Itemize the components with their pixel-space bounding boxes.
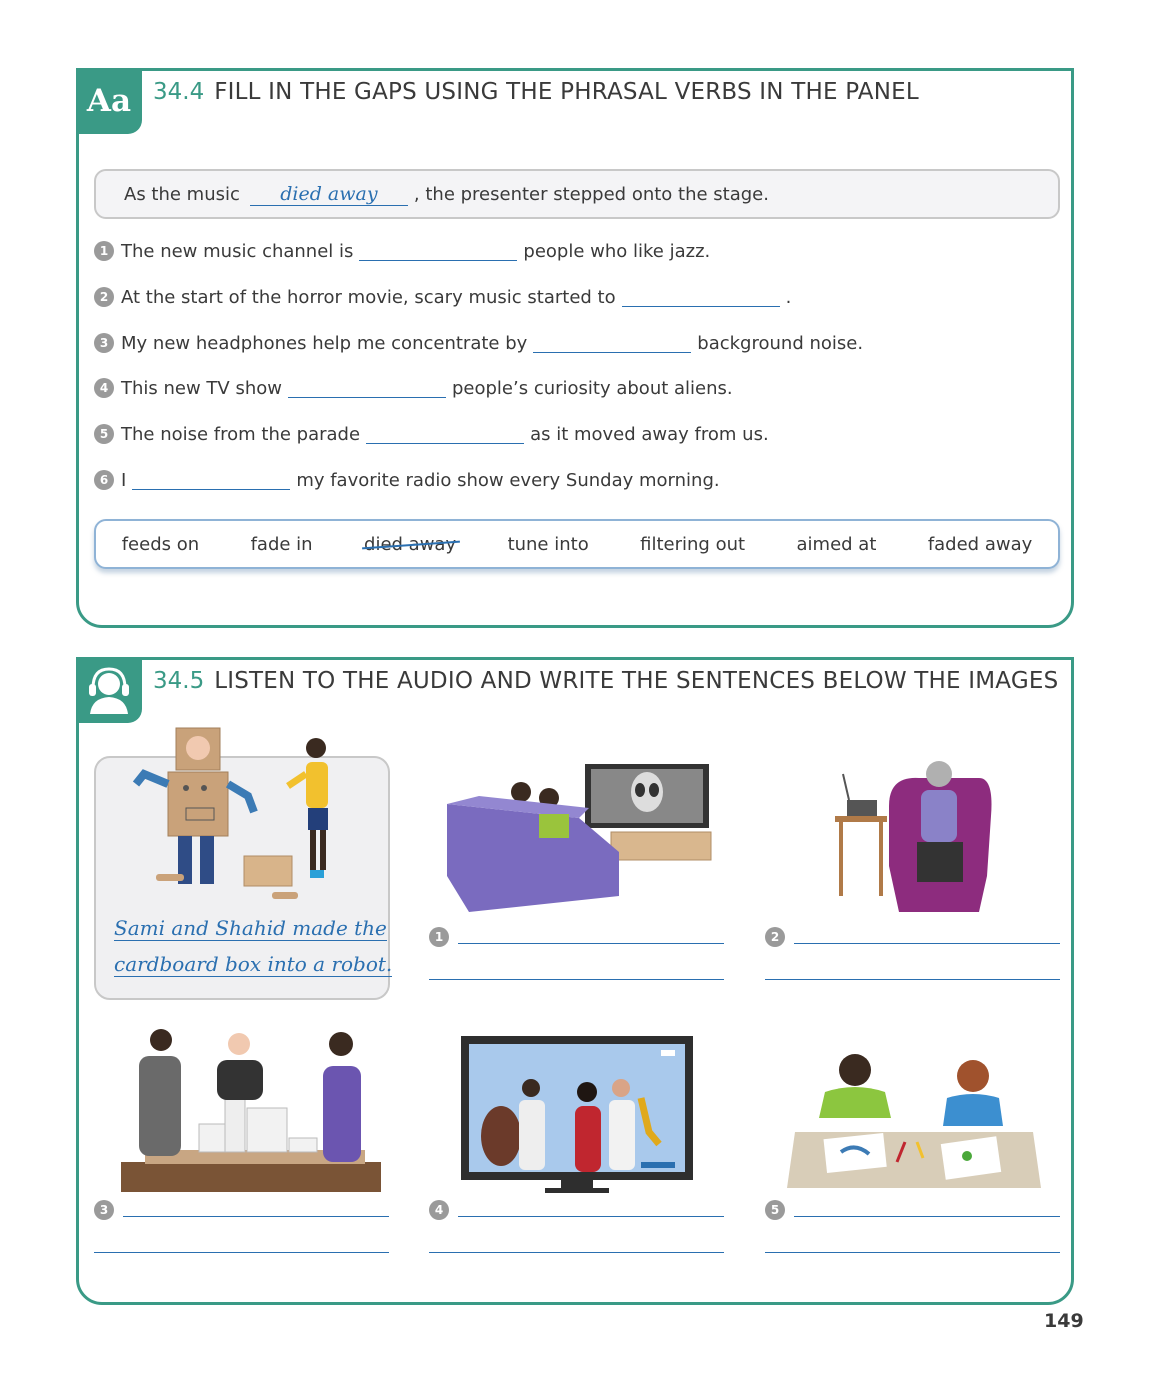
sentence-before: The noise from the parade: [121, 423, 361, 445]
exercise-heading: 34.5 LISTEN TO THE AUDIO AND WRITE THE SE…: [153, 668, 1058, 694]
children-drawing-illustration: [787, 1054, 1041, 1188]
answer-line[interactable]: [458, 943, 724, 944]
answer-line[interactable]: [123, 1216, 389, 1217]
sentence-after: my favorite radio show every Sunday morn…: [296, 469, 720, 491]
sentence-after: as it moved away from us.: [530, 423, 769, 445]
sentence-after: background noise.: [697, 332, 864, 354]
robot-costume-illustration: [132, 727, 328, 899]
sentence-before: My new headphones help me concentrate by: [121, 332, 528, 354]
answer-blank[interactable]: [533, 334, 692, 353]
woman-radio-armchair-illustration: [835, 761, 992, 912]
vocabulary-badge: Aa: [76, 68, 142, 134]
example-before: As the music: [124, 183, 240, 205]
word-bank-item: faded away: [927, 533, 1033, 555]
number-circle: 1: [429, 927, 449, 947]
word-bank-item: aimed at: [796, 533, 877, 555]
number-circle: 4: [94, 378, 114, 398]
example-line-2: cardboard box into a robot.: [114, 952, 393, 977]
word-bank: feeds on fade in died away tune into fil…: [94, 519, 1060, 569]
example-line-1: Sami and Shahid made the: [114, 916, 387, 941]
answer-blank[interactable]: [132, 471, 291, 490]
answer-line[interactable]: [458, 1216, 724, 1217]
answer-line[interactable]: [794, 943, 1060, 944]
word-bank-item: feeds on: [121, 533, 200, 555]
example-sentence: As the music died away , the presenter s…: [94, 169, 1060, 219]
number-circle: 2: [94, 287, 114, 307]
sentence-after: .: [785, 286, 792, 308]
sentence-2: 2 At the start of the horror movie, scar…: [94, 283, 791, 311]
sentence-before: At the start of the horror movie, scary …: [121, 286, 616, 308]
answer-blank[interactable]: [366, 425, 525, 444]
sentence-3: 3 My new headphones help me concentrate …: [94, 329, 863, 357]
number-circle: 5: [765, 1200, 785, 1220]
example-answer: died away: [249, 183, 408, 206]
page-number: 149: [1044, 1310, 1084, 1332]
sentence-before: The new music channel is: [121, 240, 354, 262]
couch-tv-alien-illustration: [447, 764, 712, 912]
answer-line[interactable]: [94, 1252, 389, 1253]
sentence-after: people’s curiosity about aliens.: [451, 377, 733, 399]
number-circle: 4: [429, 1200, 449, 1220]
answer-line[interactable]: [765, 1252, 1060, 1253]
number-circle: 5: [94, 424, 114, 444]
sentence-before: I: [121, 469, 127, 491]
number-circle: 6: [94, 470, 114, 490]
answer-line[interactable]: [794, 1216, 1060, 1217]
answer-blank[interactable]: [621, 288, 780, 307]
example-after: , the presenter stepped onto the stage.: [413, 183, 769, 205]
word-bank-item-struck: died away: [364, 533, 457, 555]
exercise-number: 34.4: [153, 79, 205, 105]
sentence-4: 4 This new TV show people’s curiosity ab…: [94, 374, 733, 402]
number-circle: 2: [765, 927, 785, 947]
tv-jazz-band-illustration: [461, 1036, 693, 1193]
example-card: Sami and Shahid made the cardboard box i…: [94, 727, 393, 1000]
exercise-title: FILL IN THE GAPS USING THE PHRASAL VERBS…: [214, 79, 919, 105]
word-bank-item: fade in: [250, 533, 313, 555]
answer-line[interactable]: [429, 979, 724, 980]
answer-line[interactable]: [429, 1252, 724, 1253]
sentence-5: 5 The noise from the parade as it moved …: [94, 420, 769, 448]
sentence-1: 1 The new music channel is people who li…: [94, 237, 710, 265]
answer-blank[interactable]: [287, 379, 446, 398]
word-bank-item: filtering out: [640, 533, 746, 555]
answer-blank[interactable]: [359, 242, 518, 261]
answer-line[interactable]: [765, 979, 1060, 980]
number-circle: 3: [94, 1200, 114, 1220]
sentence-after: people who like jazz.: [523, 240, 711, 262]
sentence-before: This new TV show: [121, 377, 282, 399]
sentence-6: 6 I my favorite radio show every Sunday …: [94, 466, 720, 494]
exercise-34-5-panel: 34.5 LISTEN TO THE AUDIO AND WRITE THE SE…: [76, 657, 1074, 1305]
building-model-meeting-illustration: [121, 1029, 381, 1192]
number-circle: 1: [94, 241, 114, 261]
headphones-person-icon: [76, 657, 142, 723]
exercise-heading: 34.4 FILL IN THE GAPS USING THE PHRASAL V…: [153, 79, 919, 105]
number-circle: 3: [94, 333, 114, 353]
word-bank-item: tune into: [507, 533, 589, 555]
exercise-title: LISTEN TO THE AUDIO AND WRITE THE SENTEN…: [214, 668, 1059, 694]
exercise-34-4-panel: Aa 34.4 FILL IN THE GAPS USING THE PHRASA…: [76, 68, 1074, 628]
exercise-number: 34.5: [153, 668, 205, 694]
